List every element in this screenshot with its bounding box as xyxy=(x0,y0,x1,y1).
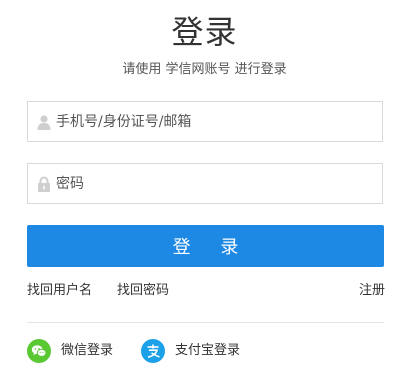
user-icon xyxy=(36,114,52,130)
alipay-icon xyxy=(141,339,165,363)
wechat-login-label: 微信登录 xyxy=(61,343,114,358)
username-field[interactable] xyxy=(27,101,383,142)
password-field[interactable] xyxy=(27,163,383,204)
divider xyxy=(27,322,384,323)
page-subtitle: 请使用 学信网账号 进行登录 xyxy=(122,62,287,77)
register-link[interactable]: 注册 xyxy=(359,282,385,300)
alipay-login-label: 支付宝登录 xyxy=(175,343,241,358)
password-input[interactable] xyxy=(56,164,376,203)
login-button[interactable]: 登 录 xyxy=(27,225,384,267)
retrieve-username-link[interactable]: 找回用户名 xyxy=(27,282,92,300)
retrieve-password-link[interactable]: 找回密码 xyxy=(117,282,169,300)
username-input[interactable] xyxy=(56,102,376,141)
wechat-icon xyxy=(27,339,51,363)
lock-icon xyxy=(36,176,52,192)
page-title: 登录 xyxy=(171,13,238,51)
